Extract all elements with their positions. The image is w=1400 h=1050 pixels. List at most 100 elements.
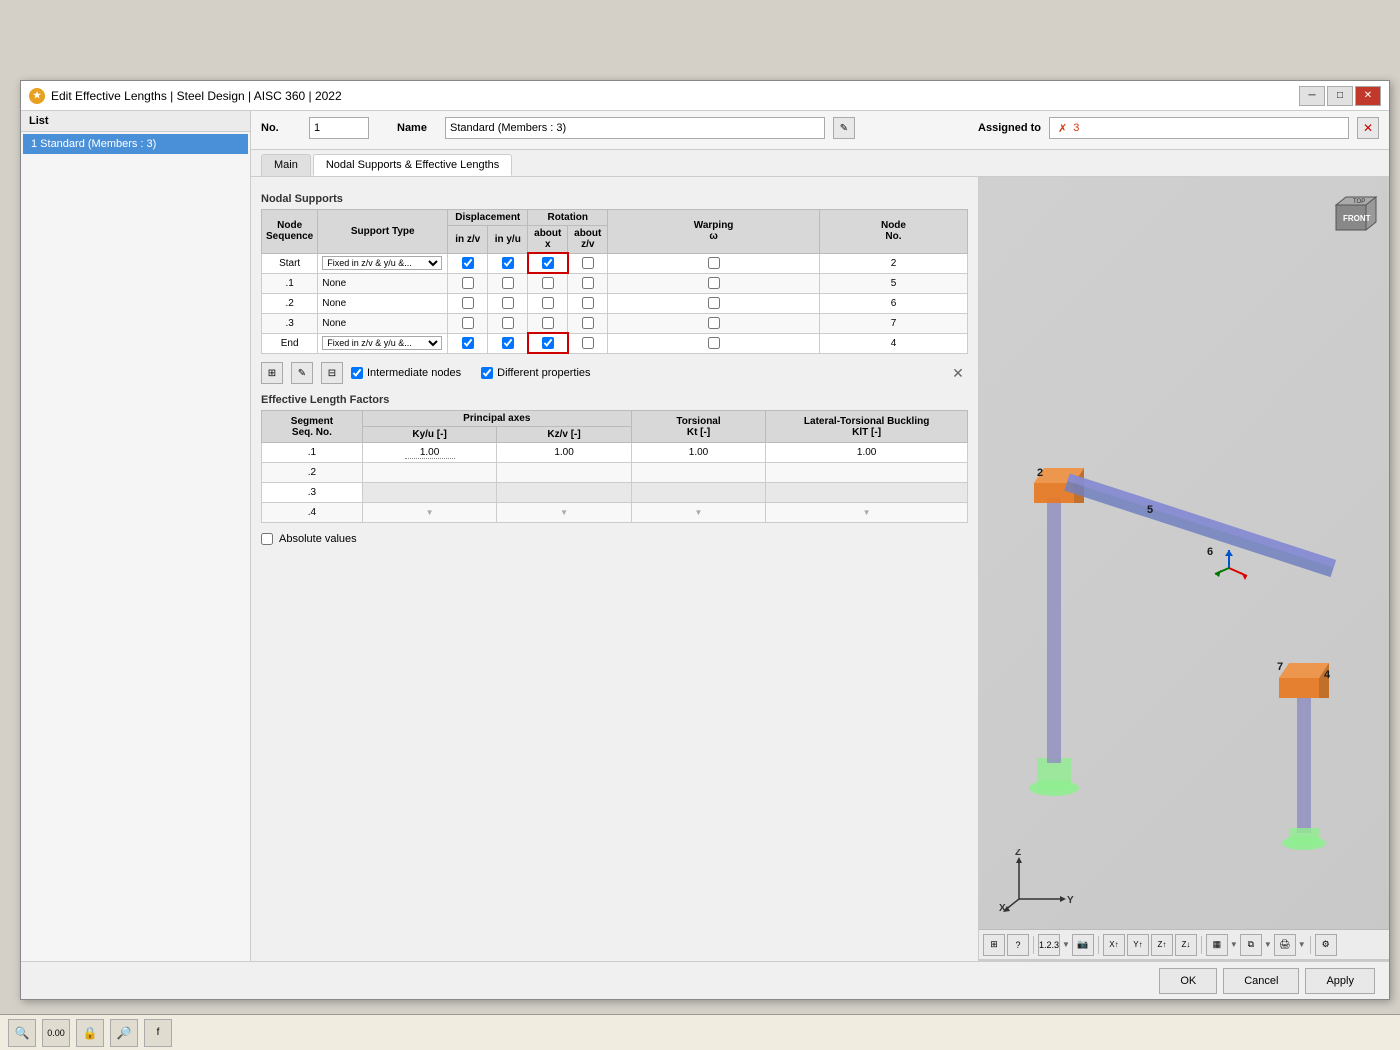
vp-arrow-2[interactable]: ▼ bbox=[1230, 940, 1238, 949]
taskbar-value-icon[interactable]: 0.00 bbox=[42, 1019, 70, 1047]
warping-start[interactable] bbox=[608, 253, 820, 273]
cancel-button[interactable]: Cancel bbox=[1223, 968, 1299, 994]
del-row-button[interactable]: ⊟ bbox=[321, 362, 343, 384]
vp-btn-2[interactable]: ? bbox=[1007, 934, 1029, 956]
disp-z-end[interactable] bbox=[448, 333, 488, 353]
maximize-button[interactable]: □ bbox=[1327, 86, 1353, 106]
vp-btn-4[interactable]: 📷 bbox=[1072, 934, 1094, 956]
cb-warping-3[interactable] bbox=[708, 317, 720, 329]
vp-arrow-4[interactable]: ▼ bbox=[1298, 940, 1306, 949]
list-item[interactable]: 1 Standard (Members : 3) bbox=[23, 134, 248, 154]
tab-nodal-supports[interactable]: Nodal Supports & Effective Lengths bbox=[313, 154, 512, 176]
vp-btn-z2[interactable]: Z↓ bbox=[1175, 934, 1197, 956]
taskbar-font-icon[interactable]: f bbox=[144, 1019, 172, 1047]
taskbar-zoom-icon[interactable]: 🔎 bbox=[110, 1019, 138, 1047]
rot-z-3[interactable] bbox=[568, 313, 608, 333]
vp-btn-print[interactable]: 🖨 bbox=[1274, 934, 1296, 956]
rot-x-start[interactable] bbox=[528, 253, 568, 273]
disp-z-1[interactable] bbox=[448, 273, 488, 293]
apply-button[interactable]: Apply bbox=[1305, 968, 1375, 994]
vp-btn-copy-view[interactable]: ⧉ bbox=[1240, 934, 1262, 956]
cb-rot-z-end[interactable] bbox=[582, 337, 594, 349]
cb-disp-y-end[interactable] bbox=[502, 337, 514, 349]
cb-warping-start[interactable] bbox=[708, 257, 720, 269]
disp-y-end[interactable] bbox=[488, 333, 528, 353]
absolute-values-checkbox[interactable] bbox=[261, 533, 273, 545]
disp-y-2[interactable] bbox=[488, 293, 528, 313]
taskbar-lock-icon[interactable]: 🔒 bbox=[76, 1019, 104, 1047]
eff-kyv-1[interactable] bbox=[362, 443, 496, 463]
disp-y-1[interactable] bbox=[488, 273, 528, 293]
disp-y-start[interactable] bbox=[488, 253, 528, 273]
cb-disp-z-1[interactable] bbox=[462, 277, 474, 289]
cb-disp-y-start[interactable] bbox=[502, 257, 514, 269]
cb-rot-x-2[interactable] bbox=[542, 297, 554, 309]
vp-btn-x1[interactable]: X↑ bbox=[1103, 934, 1125, 956]
3d-viewport[interactable]: FRONT TOP bbox=[979, 177, 1389, 999]
cb-rot-x-1[interactable] bbox=[542, 277, 554, 289]
taskbar-search-icon[interactable]: 🔍 bbox=[8, 1019, 36, 1047]
rot-x-end[interactable] bbox=[528, 333, 568, 353]
vp-arrow-3[interactable]: ▼ bbox=[1264, 940, 1272, 949]
cb-disp-y-2[interactable] bbox=[502, 297, 514, 309]
tab-main[interactable]: Main bbox=[261, 154, 311, 176]
vp-btn-3[interactable]: 1.2.3 bbox=[1038, 934, 1060, 956]
vp-btn-1[interactable]: ⊞ bbox=[983, 934, 1005, 956]
disp-z-2[interactable] bbox=[448, 293, 488, 313]
delete-assigned-button[interactable]: ✕ bbox=[1357, 117, 1379, 139]
intermediate-nodes-checkbox[interactable] bbox=[351, 367, 363, 379]
warping-end[interactable] bbox=[608, 333, 820, 353]
disp-z-start[interactable] bbox=[448, 253, 488, 273]
rot-z-end[interactable] bbox=[568, 333, 608, 353]
disp-z-3[interactable] bbox=[448, 313, 488, 333]
add-row-button[interactable]: ⊞ bbox=[261, 362, 283, 384]
rot-z-1[interactable] bbox=[568, 273, 608, 293]
warping-1[interactable] bbox=[608, 273, 820, 293]
vp-btn-settings[interactable]: ⚙ bbox=[1315, 934, 1337, 956]
eff-kzv-1[interactable]: 1.00 bbox=[497, 443, 631, 463]
no-input[interactable]: 1 bbox=[309, 117, 369, 139]
support-type-select-start[interactable]: Fixed in z/v & y/u &... bbox=[322, 256, 442, 270]
vp-btn-z1[interactable]: Z↑ bbox=[1151, 934, 1173, 956]
vp-arrow-1[interactable]: ▼ bbox=[1062, 940, 1070, 949]
close-controls-button[interactable]: ✕ bbox=[948, 363, 968, 383]
cb-disp-z-start[interactable] bbox=[462, 257, 474, 269]
warping-3[interactable] bbox=[608, 313, 820, 333]
cb-disp-y-3[interactable] bbox=[502, 317, 514, 329]
cb-rot-z-start[interactable] bbox=[582, 257, 594, 269]
support-type-start[interactable]: Fixed in z/v & y/u &... bbox=[318, 253, 448, 273]
cb-rot-z-2[interactable] bbox=[582, 297, 594, 309]
disp-y-3[interactable] bbox=[488, 313, 528, 333]
eff-kt-1[interactable]: 1.00 bbox=[631, 443, 765, 463]
cb-disp-y-1[interactable] bbox=[502, 277, 514, 289]
support-type-select-end[interactable]: Fixed in z/v & y/u &... bbox=[322, 336, 442, 350]
support-type-end[interactable]: Fixed in z/v & y/u &... bbox=[318, 333, 448, 353]
cb-warping-1[interactable] bbox=[708, 277, 720, 289]
cb-rot-z-3[interactable] bbox=[582, 317, 594, 329]
close-button[interactable]: ✕ bbox=[1355, 86, 1381, 106]
name-input[interactable] bbox=[445, 117, 825, 139]
eff-kyv-input-1[interactable] bbox=[405, 447, 455, 459]
cb-disp-z-2[interactable] bbox=[462, 297, 474, 309]
vp-btn-render[interactable]: ▦ bbox=[1206, 934, 1228, 956]
warping-2[interactable] bbox=[608, 293, 820, 313]
rot-z-2[interactable] bbox=[568, 293, 608, 313]
minimize-button[interactable]: ─ bbox=[1299, 86, 1325, 106]
ok-button[interactable]: OK bbox=[1159, 968, 1217, 994]
edit-name-button[interactable]: ✎ bbox=[833, 117, 855, 139]
cb-warping-2[interactable] bbox=[708, 297, 720, 309]
different-properties-checkbox[interactable] bbox=[481, 367, 493, 379]
intermediate-nodes-label[interactable]: Intermediate nodes bbox=[351, 367, 461, 379]
cb-disp-z-end[interactable] bbox=[462, 337, 474, 349]
different-properties-label[interactable]: Different properties bbox=[481, 367, 590, 379]
cb-rot-x-start[interactable] bbox=[542, 257, 554, 269]
rot-x-1[interactable] bbox=[528, 273, 568, 293]
cb-rot-x-end[interactable] bbox=[542, 337, 554, 349]
rot-x-2[interactable] bbox=[528, 293, 568, 313]
vp-btn-y1[interactable]: Y↑ bbox=[1127, 934, 1149, 956]
rot-x-3[interactable] bbox=[528, 313, 568, 333]
edit-row-button[interactable]: ✎ bbox=[291, 362, 313, 384]
eff-klt-1[interactable]: 1.00 bbox=[766, 443, 968, 463]
cb-rot-x-3[interactable] bbox=[542, 317, 554, 329]
cb-rot-z-1[interactable] bbox=[582, 277, 594, 289]
